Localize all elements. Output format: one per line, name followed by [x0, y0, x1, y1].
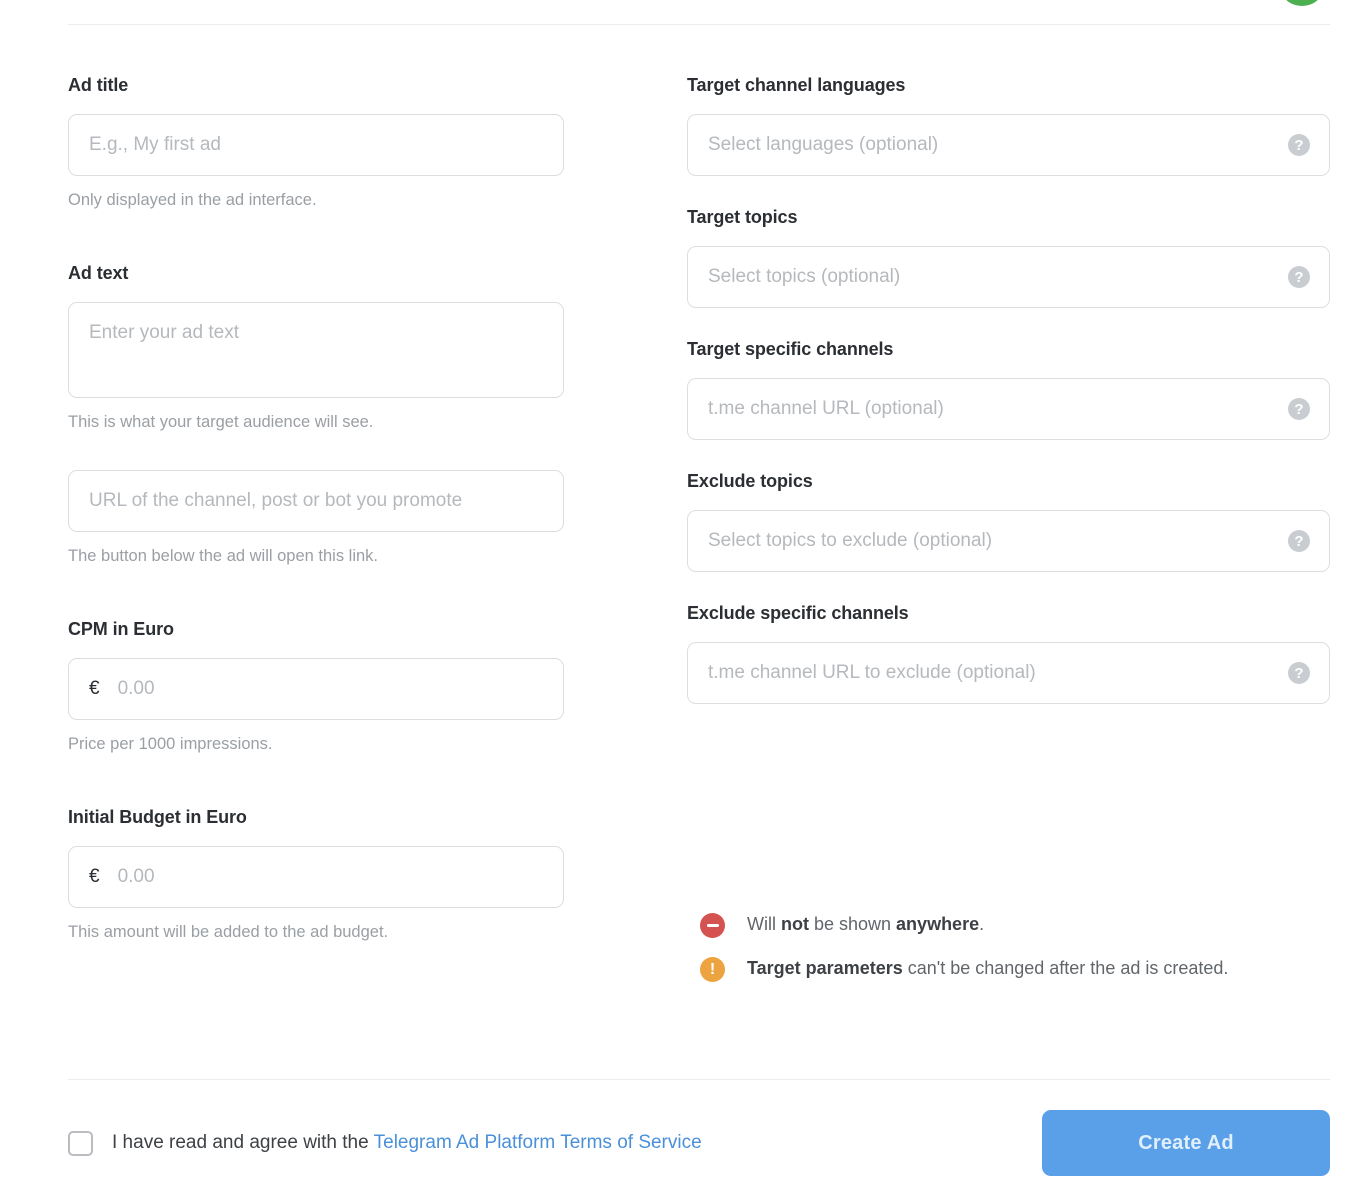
ad-title-hint: Only displayed in the ad interface.: [68, 191, 317, 209]
target-channels-input[interactable]: t.me channel URL (optional) ?: [687, 378, 1330, 440]
ad-url-input[interactable]: URL of the channel, post or bot you prom…: [68, 470, 564, 532]
target-languages-label: Target channel languages: [687, 75, 906, 95]
field-target-channels: Target specific channels t.me channel UR…: [687, 338, 1330, 440]
ad-url-hint: The button below the ad will open this l…: [68, 547, 379, 565]
status-dot-icon: [1283, 0, 1321, 6]
field-target-topics: Target topics Select topics (optional) ?: [687, 206, 1330, 308]
exclude-topics-input[interactable]: Select topics to exclude (optional) ?: [687, 510, 1330, 572]
ad-content-column: Ad title E.g., My first ad Only displaye…: [68, 74, 564, 942]
help-icon[interactable]: ?: [1288, 662, 1310, 684]
help-icon[interactable]: ?: [1288, 398, 1310, 420]
target-topics-label: Target topics: [687, 207, 798, 227]
help-icon[interactable]: ?: [1288, 266, 1310, 288]
target-topics-input[interactable]: Select topics (optional) ?: [687, 246, 1330, 308]
field-cpm: CPM in Euro € 0.00 Price per 1000 impres…: [68, 618, 564, 754]
terms-agreement: I have read and agree with the Telegram …: [68, 1130, 702, 1156]
ad-url-placeholder: URL of the channel, post or bot you prom…: [89, 490, 463, 511]
field-ad-text: Ad text Enter your ad text This is what …: [68, 262, 564, 432]
terms-label: I have read and agree with the Telegram …: [112, 1132, 702, 1153]
note-not-shown-anywhere: Will not be shown anywhere.: [700, 912, 1340, 938]
field-target-languages: Target channel languages Select language…: [687, 74, 1330, 176]
field-ad-title: Ad title E.g., My first ad Only displaye…: [68, 74, 564, 210]
create-ad-form-page: Ad title E.g., My first ad Only displaye…: [0, 0, 1346, 1202]
cpm-placeholder: 0.00: [117, 678, 155, 699]
field-exclude-channels: Exclude specific channels t.me channel U…: [687, 602, 1330, 704]
help-icon[interactable]: ?: [1288, 134, 1310, 156]
euro-symbol-icon: €: [89, 678, 100, 699]
field-ad-url: URL of the channel, post or bot you prom…: [68, 470, 564, 566]
ad-text-label: Ad text: [68, 263, 129, 283]
exclude-channels-input[interactable]: t.me channel URL to exclude (optional) ?: [687, 642, 1330, 704]
create-ad-button[interactable]: Create Ad: [1042, 1110, 1330, 1176]
field-initial-budget: Initial Budget in Euro € 0.00 This amoun…: [68, 806, 564, 942]
exclude-topics-label: Exclude topics: [687, 471, 813, 491]
terms-checkbox[interactable]: [68, 1130, 93, 1156]
note-text: Target parameters can't be changed after…: [747, 958, 1229, 978]
cpm-hint: Price per 1000 impressions.: [68, 735, 273, 753]
exclude-channels-placeholder: t.me channel URL to exclude (optional): [708, 662, 1036, 683]
form-footer: I have read and agree with the Telegram …: [68, 1110, 1330, 1176]
euro-symbol-icon: €: [89, 866, 100, 887]
cpm-label: CPM in Euro: [68, 619, 174, 639]
ad-text-placeholder: Enter your ad text: [89, 322, 239, 343]
exclude-channels-label: Exclude specific channels: [687, 603, 909, 623]
target-channels-label: Target specific channels: [687, 339, 894, 359]
ad-title-placeholder: E.g., My first ad: [89, 134, 221, 155]
ad-text-textarea[interactable]: Enter your ad text: [68, 302, 564, 398]
note-target-parameters-locked: ! Target parameters can't be changed aft…: [700, 956, 1340, 982]
minus-circle-icon: [700, 913, 725, 938]
bottom-divider: [68, 1079, 1330, 1080]
budget-input[interactable]: € 0.00: [68, 846, 564, 908]
target-channels-placeholder: t.me channel URL (optional): [708, 398, 944, 419]
target-languages-input[interactable]: Select languages (optional) ?: [687, 114, 1330, 176]
ad-targeting-column: Target channel languages Select language…: [687, 74, 1330, 704]
note-text: Will not be shown anywhere.: [747, 914, 985, 934]
budget-hint: This amount will be added to the ad budg…: [68, 923, 389, 941]
ad-text-hint: This is what your target audience will s…: [68, 413, 374, 431]
terms-of-service-link[interactable]: Telegram Ad Platform Terms of Service: [374, 1132, 702, 1153]
target-topics-placeholder: Select topics (optional): [708, 266, 901, 287]
targeting-notes: Will not be shown anywhere. ! Target par…: [700, 912, 1340, 1000]
budget-placeholder: 0.00: [117, 866, 155, 887]
ad-title-label: Ad title: [68, 75, 129, 95]
ad-title-input[interactable]: E.g., My first ad: [68, 114, 564, 176]
exclude-topics-placeholder: Select topics to exclude (optional): [708, 530, 993, 551]
budget-label: Initial Budget in Euro: [68, 807, 247, 827]
exclamation-circle-icon: !: [700, 957, 725, 982]
field-exclude-topics: Exclude topics Select topics to exclude …: [687, 470, 1330, 572]
top-divider: [68, 24, 1330, 25]
cpm-input[interactable]: € 0.00: [68, 658, 564, 720]
help-icon[interactable]: ?: [1288, 530, 1310, 552]
target-languages-placeholder: Select languages (optional): [708, 134, 939, 155]
